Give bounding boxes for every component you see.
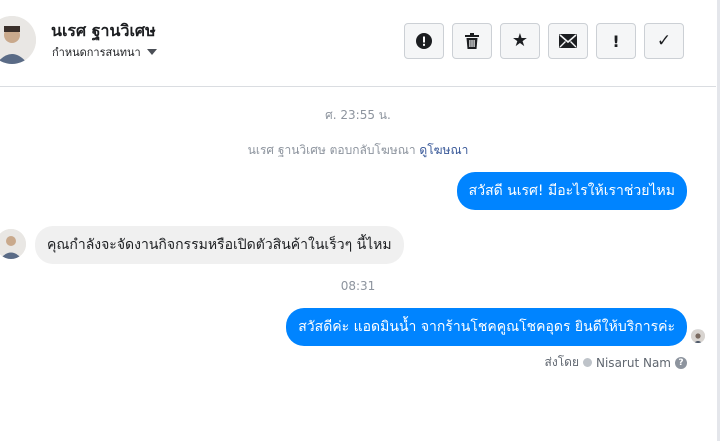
sent-by-label: ส่งโดย: [544, 355, 579, 369]
sent-by-name: Nisarut Nam: [596, 355, 671, 370]
envelope-icon: [559, 34, 577, 48]
caret-down-icon: [146, 49, 157, 55]
seen-avatar: [691, 329, 705, 343]
help-icon[interactable]: ?: [675, 356, 687, 369]
ad-reply-text: นเรศ ฐานวิเศษ ตอบกลับโฆษณา: [247, 143, 416, 157]
mark-important-button[interactable]: !: [596, 23, 636, 59]
contact-avatar-small[interactable]: [0, 229, 26, 259]
checkmark-icon: ✓: [656, 31, 672, 51]
view-ad-link[interactable]: ดูโฆษณา: [419, 143, 468, 157]
action-toolbar: ★ ! ✓: [404, 23, 692, 59]
mark-unread-button[interactable]: [548, 23, 588, 59]
delete-button[interactable]: [452, 23, 492, 59]
conversation-header: นเรศ ฐานวิเศษ กำหนดการสนทนา ★ ! ✓: [0, 0, 716, 87]
message-bubble-outgoing[interactable]: สวัสดีค่ะ แอดมินน้ำ จากร้านโชคคูณโชคอุดร…: [286, 308, 687, 346]
sent-check-icon: [583, 358, 592, 367]
exclamation-icon: !: [612, 31, 620, 51]
ad-reply-notice: นเรศ ฐานวิเศษ ตอบกลับโฆษณา ดูโฆษณา: [0, 141, 716, 160]
mark-done-button[interactable]: ✓: [644, 23, 684, 59]
alert-circle-icon: [416, 33, 432, 49]
contact-name[interactable]: นเรศ ฐานวิเศษ: [51, 19, 156, 44]
assign-conversation-label: กำหนดการสนทนา: [52, 46, 141, 59]
message-bubble-outgoing[interactable]: สวัสดี นเรศ! มีอะไรให้เราช่วยไหม: [456, 172, 687, 210]
star-icon: ★: [511, 30, 529, 51]
trash-icon: [465, 33, 479, 49]
star-button[interactable]: ★: [500, 23, 540, 59]
message-bubble-incoming[interactable]: คุณกำลังจะจัดงานกิจกรรมหรือเปิดตัวสินค้า…: [35, 226, 404, 264]
timestamp: 08:31: [340, 279, 376, 293]
mark-spam-button[interactable]: [404, 23, 444, 59]
timestamp: ศ. 23:55 น.: [325, 108, 391, 122]
contact-avatar[interactable]: [0, 16, 36, 64]
sent-by-info: ส่งโดย Nisarut Nam ?: [545, 353, 687, 372]
assign-conversation-dropdown[interactable]: กำหนดการสนทนา: [52, 43, 157, 61]
